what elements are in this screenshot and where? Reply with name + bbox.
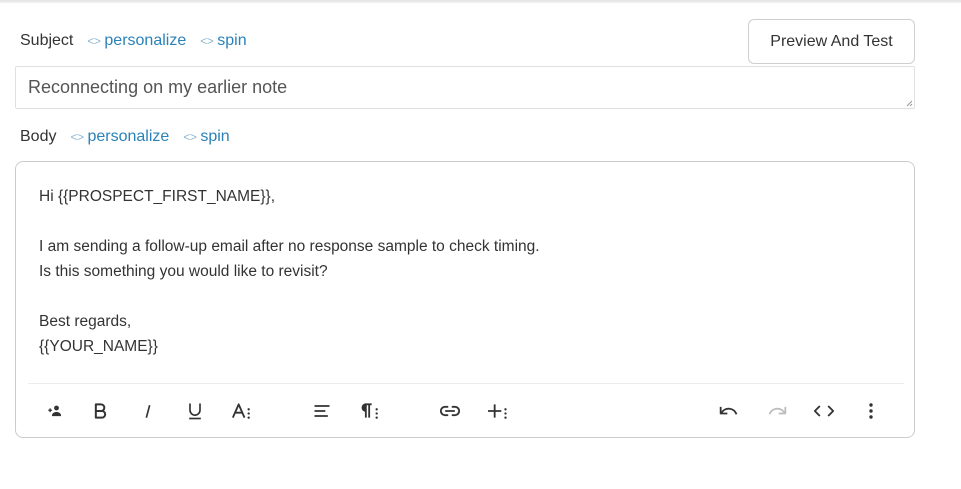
body-personalize-label: personalize [87, 128, 170, 145]
body-line [39, 209, 879, 234]
body-line: Is this something you would like to revi… [39, 263, 328, 280]
redo-icon [768, 406, 787, 415]
body-line [39, 284, 879, 309]
subject-spin-link[interactable]: <> spin [200, 32, 246, 50]
subject-input[interactable] [15, 66, 915, 109]
code-brackets-icon: <> [87, 34, 101, 48]
italic-icon [145, 403, 151, 418]
body-label-row: Body <> personalize <> spin [20, 128, 230, 146]
insert-icon [488, 404, 507, 419]
code-view-icon [813, 405, 835, 417]
editor-toolbar [16, 388, 914, 434]
body-line: Hi {{PROSPECT_FIRST_NAME}}, [39, 188, 276, 205]
subject-personalize-label: personalize [104, 32, 187, 49]
subject-label: Subject [20, 32, 74, 49]
body-label: Body [20, 128, 57, 145]
bold-icon [94, 403, 107, 419]
add-person-button[interactable] [38, 388, 72, 434]
code-brackets-icon: <> [183, 130, 197, 144]
body-personalize-link[interactable]: <> personalize [70, 128, 169, 146]
subject-spin-label: spin [217, 32, 247, 49]
preview-and-test-button[interactable]: Preview And Test [748, 19, 915, 64]
body-editor-content[interactable]: Hi {{PROSPECT_FIRST_NAME}}, I am sending… [39, 184, 879, 359]
more-icon [869, 403, 873, 419]
code-brackets-icon: <> [70, 130, 84, 144]
body-spin-label: spin [200, 128, 230, 145]
code-view-button[interactable] [807, 388, 841, 434]
body-spin-link[interactable]: <> spin [183, 128, 229, 146]
text-format-icon [231, 403, 250, 419]
bold-button[interactable] [83, 388, 117, 434]
body-editor[interactable]: Hi {{PROSPECT_FIRST_NAME}}, I am sending… [15, 161, 915, 438]
undo-button[interactable] [712, 388, 746, 434]
more-options-button[interactable] [854, 388, 888, 434]
insert-button[interactable] [481, 388, 515, 434]
toolbar-divider [28, 383, 904, 384]
resize-handle-icon[interactable] [905, 99, 913, 107]
link-icon [439, 405, 461, 417]
top-divider [0, 0, 961, 3]
italic-button[interactable] [131, 388, 165, 434]
text-format-button[interactable] [225, 388, 259, 434]
link-button[interactable] [433, 388, 467, 434]
add-person-icon [48, 405, 61, 417]
subject-personalize-link[interactable]: <> personalize [87, 32, 186, 50]
paragraph-button[interactable] [353, 388, 387, 434]
underline-button[interactable] [178, 388, 212, 434]
underline-icon [189, 403, 201, 420]
body-line: Best regards, [39, 313, 132, 330]
redo-button[interactable] [760, 388, 794, 434]
undo-icon [719, 406, 738, 415]
align-button[interactable] [305, 388, 339, 434]
subject-label-row: Subject <> personalize <> spin [20, 32, 247, 50]
paragraph-icon [361, 403, 378, 419]
body-line: {{YOUR_NAME}} [39, 338, 158, 355]
body-line: I am sending a follow-up email after no … [39, 238, 540, 255]
align-icon [314, 405, 330, 417]
code-brackets-icon: <> [200, 34, 214, 48]
